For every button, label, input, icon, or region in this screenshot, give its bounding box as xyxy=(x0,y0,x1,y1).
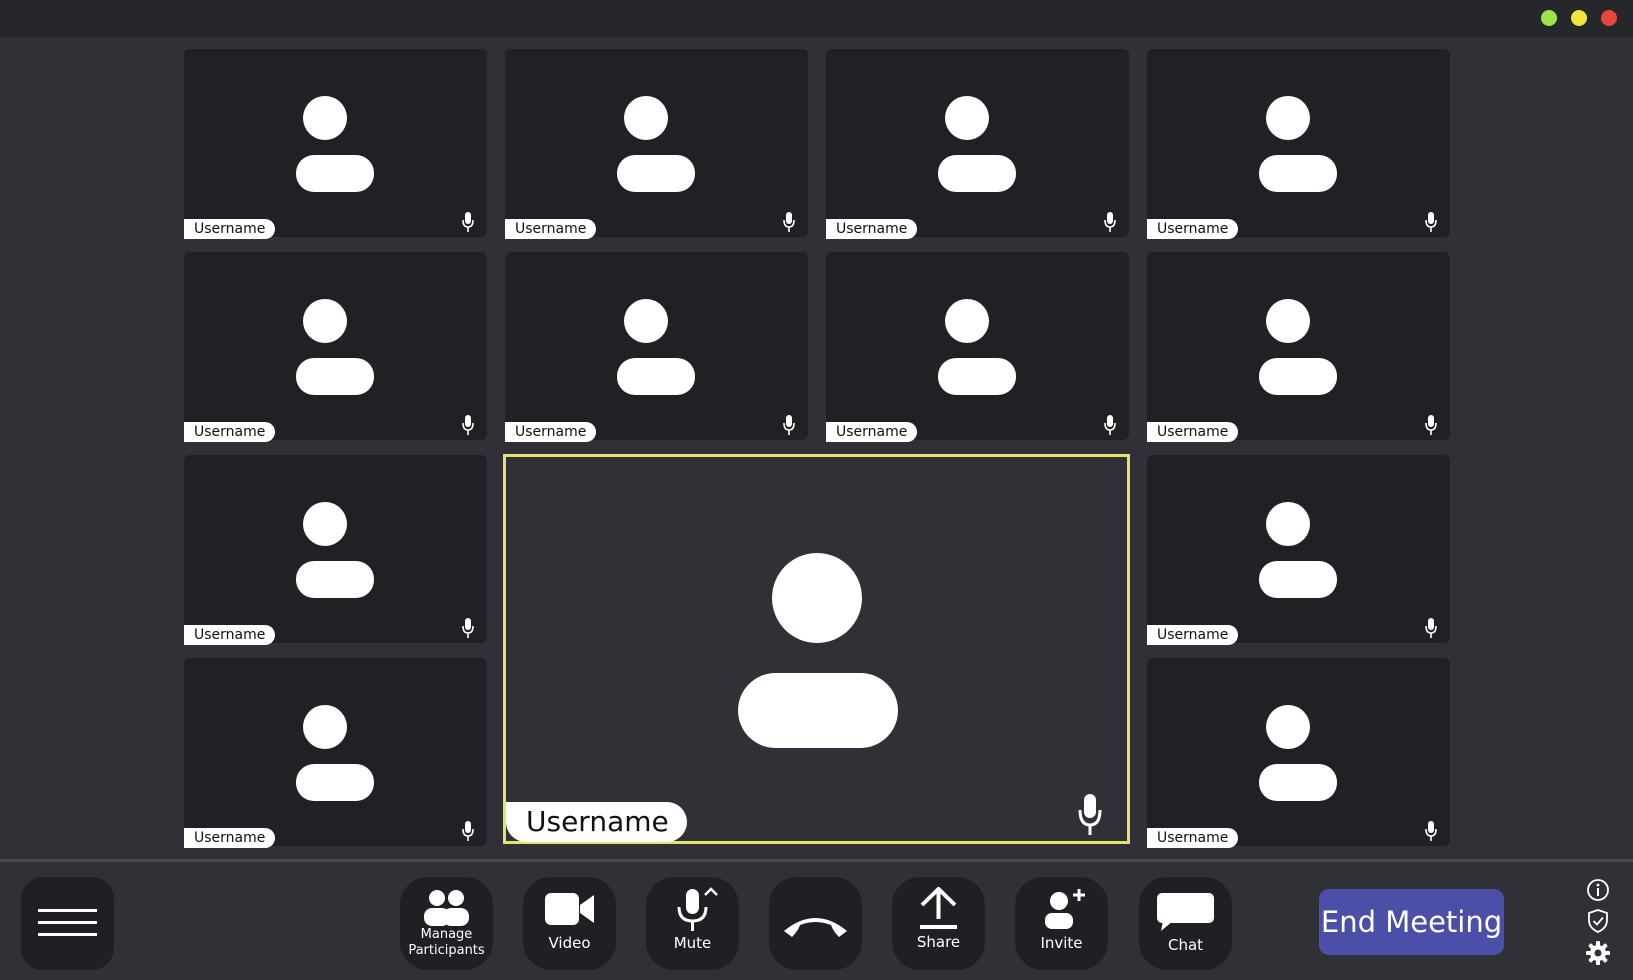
participant-tile[interactable]: Username xyxy=(184,49,487,239)
microphone-icon[interactable] xyxy=(1424,414,1438,436)
hang-up-button[interactable] xyxy=(769,877,862,970)
video-camera-icon xyxy=(545,893,594,925)
participant-tile[interactable]: Username xyxy=(1147,49,1450,239)
menu-button[interactable] xyxy=(21,877,114,970)
add-user-icon xyxy=(1045,889,1085,929)
microphone-icon[interactable] xyxy=(1424,617,1438,639)
avatar-body xyxy=(296,561,374,598)
avatar-head xyxy=(624,96,668,140)
shield-icon[interactable] xyxy=(1585,908,1611,934)
participant-tile[interactable]: Username xyxy=(1147,658,1450,848)
participant-name: Username xyxy=(1147,625,1239,645)
avatar-head xyxy=(772,553,862,643)
participant-name: Username xyxy=(505,219,597,239)
share-label: Share xyxy=(916,933,961,951)
chat-bubble-icon xyxy=(1157,893,1214,931)
participant-tile[interactable]: Username xyxy=(184,658,487,848)
participant-name: Username xyxy=(1147,219,1239,239)
avatar-head xyxy=(1266,96,1310,140)
microphone-icon[interactable] xyxy=(461,211,475,233)
avatar-body xyxy=(1259,155,1337,192)
avatar-body xyxy=(617,155,695,192)
active-speaker-tile[interactable]: Username xyxy=(503,454,1130,844)
participant-name: Username xyxy=(826,219,918,239)
manage-participants-label: Manage Participants xyxy=(408,927,485,958)
avatar-head xyxy=(303,96,347,140)
video-grid: Username Username Username Username User… xyxy=(0,37,1633,859)
avatar-head xyxy=(1266,299,1310,343)
participant-tile[interactable]: Username xyxy=(826,49,1129,239)
microphone-icon[interactable] xyxy=(1077,792,1103,836)
avatar-body xyxy=(938,358,1016,395)
active-speaker-name: Username xyxy=(506,802,687,842)
participant-tile[interactable]: Username xyxy=(184,455,487,645)
participant-tile[interactable]: Username xyxy=(1147,455,1450,645)
participant-name: Username xyxy=(826,422,918,442)
avatar-body xyxy=(738,673,898,748)
chat-label: Chat xyxy=(1167,936,1204,954)
participants-icon xyxy=(424,890,469,926)
hamburger-icon xyxy=(38,909,97,936)
meeting-toolbar: Manage Participants Video Mute Share Inv… xyxy=(0,859,1633,980)
microphone-icon[interactable] xyxy=(461,617,475,639)
window-minimize-button[interactable] xyxy=(1571,10,1587,26)
participant-name: Username xyxy=(184,219,276,239)
avatar-head xyxy=(945,299,989,343)
participant-tile[interactable]: Username xyxy=(505,252,808,442)
participant-tile[interactable]: Username xyxy=(826,252,1129,442)
mute-button[interactable]: Mute xyxy=(646,877,739,970)
avatar-head xyxy=(1266,502,1310,546)
participant-name: Username xyxy=(1147,828,1239,848)
invite-label: Invite xyxy=(1040,934,1083,952)
participant-name: Username xyxy=(1147,422,1239,442)
microphone-icon xyxy=(677,887,718,931)
window-titlebar xyxy=(0,0,1633,37)
participant-name: Username xyxy=(184,828,276,848)
avatar-body xyxy=(296,764,374,801)
microphone-icon[interactable] xyxy=(1424,211,1438,233)
avatar-head xyxy=(1266,705,1310,749)
end-meeting-button[interactable]: End Meeting xyxy=(1319,889,1504,955)
participant-name: Username xyxy=(505,422,597,442)
participant-name: Username xyxy=(184,625,276,645)
window-maximize-button[interactable] xyxy=(1541,10,1557,26)
microphone-icon[interactable] xyxy=(782,211,796,233)
video-button[interactable]: Video xyxy=(523,877,616,970)
window-close-button[interactable] xyxy=(1601,10,1617,26)
avatar-body xyxy=(1259,358,1337,395)
avatar-head xyxy=(945,96,989,140)
avatar-body xyxy=(1259,764,1337,801)
participant-name: Username xyxy=(184,422,276,442)
microphone-icon[interactable] xyxy=(1424,820,1438,842)
microphone-icon[interactable] xyxy=(461,820,475,842)
chat-button[interactable]: Chat xyxy=(1139,877,1232,970)
microphone-icon[interactable] xyxy=(1103,414,1117,436)
participant-tile[interactable]: Username xyxy=(505,49,808,239)
participant-tile[interactable]: Username xyxy=(1147,252,1450,442)
mute-label: Mute xyxy=(673,934,712,952)
phone-hangup-icon xyxy=(784,918,847,937)
avatar-body xyxy=(617,358,695,395)
gear-icon[interactable] xyxy=(1585,940,1611,966)
avatar-body xyxy=(1259,561,1337,598)
invite-button[interactable]: Invite xyxy=(1015,877,1108,970)
avatar-head xyxy=(303,705,347,749)
avatar-body xyxy=(296,155,374,192)
avatar-head xyxy=(303,502,347,546)
participant-tile[interactable]: Username xyxy=(184,252,487,442)
avatar-head xyxy=(303,299,347,343)
share-button[interactable]: Share xyxy=(892,877,985,970)
microphone-icon[interactable] xyxy=(1103,211,1117,233)
video-label: Video xyxy=(548,934,591,952)
microphone-icon[interactable] xyxy=(782,414,796,436)
manage-participants-button[interactable]: Manage Participants xyxy=(400,877,493,970)
share-upload-icon xyxy=(920,887,957,929)
info-icon[interactable] xyxy=(1585,877,1611,903)
avatar-body xyxy=(938,155,1016,192)
avatar-head xyxy=(624,299,668,343)
microphone-icon[interactable] xyxy=(461,414,475,436)
avatar-body xyxy=(296,358,374,395)
